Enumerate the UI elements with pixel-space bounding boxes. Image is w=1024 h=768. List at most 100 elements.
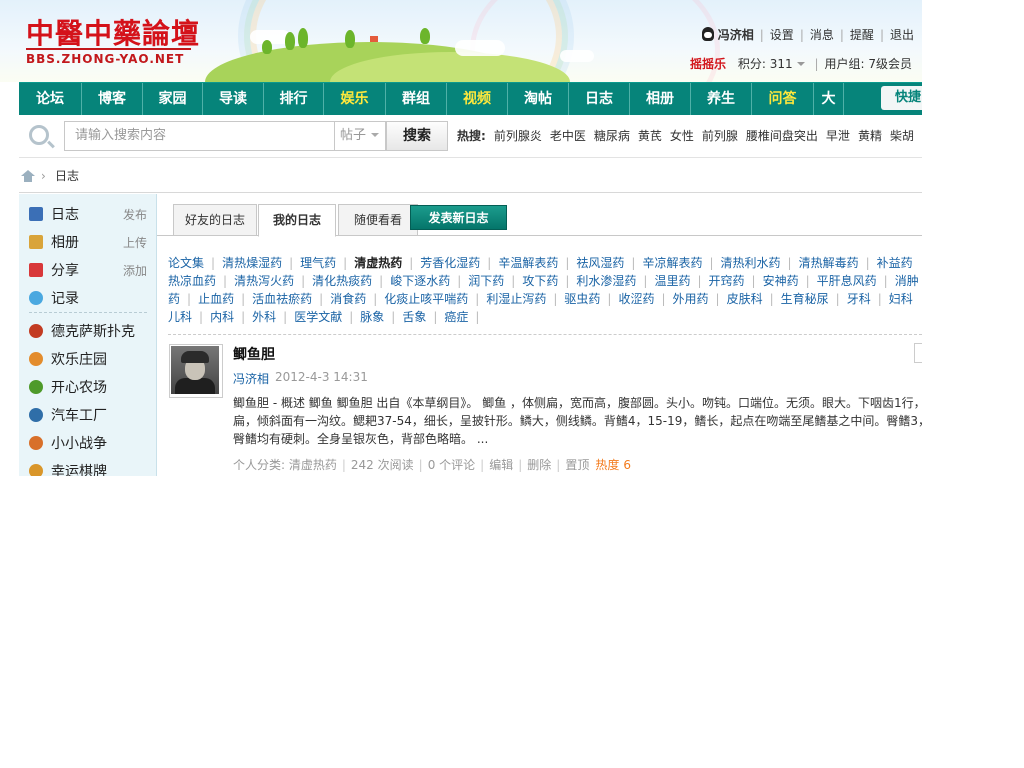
- category-link[interactable]: 清虚热药: [354, 256, 402, 270]
- nav-item[interactable]: 视频: [447, 83, 508, 115]
- hot-search-item[interactable]: 柴胡: [890, 129, 914, 143]
- category-link[interactable]: 清热燥湿药: [222, 256, 282, 270]
- category-link[interactable]: 生育秘尿: [781, 292, 829, 306]
- messages-link[interactable]: 消息: [810, 28, 834, 42]
- hot-search-item[interactable]: 女性: [670, 129, 694, 143]
- tab-blog-1[interactable]: 我的日志: [258, 204, 336, 237]
- category-link[interactable]: 清化热痰药: [312, 274, 372, 288]
- nav-item[interactable]: 娱乐: [324, 83, 386, 115]
- category-link[interactable]: 芳香化湿药: [420, 256, 480, 270]
- entry-author[interactable]: 冯济相: [233, 370, 269, 387]
- home-icon[interactable]: [21, 170, 35, 182]
- sidebar-action-link[interactable]: 添加: [123, 259, 147, 283]
- hot-search-item[interactable]: 前列腺炎: [494, 129, 542, 143]
- category-link[interactable]: 脉象: [360, 310, 384, 324]
- entry-title[interactable]: 鲫鱼胆: [233, 344, 275, 364]
- sidebar-app-item[interactable]: 德克萨斯扑克: [29, 320, 135, 344]
- category-link[interactable]: 理气药: [300, 256, 336, 270]
- nav-item[interactable]: 排行: [264, 83, 324, 115]
- category-link[interactable]: 癌症: [444, 310, 468, 324]
- delete-link[interactable]: 删除: [527, 458, 551, 472]
- category-link[interactable]: 医学文献: [294, 310, 342, 324]
- entry-comments[interactable]: 0 个评论: [428, 458, 475, 472]
- nav-item[interactable]: 论坛: [19, 83, 82, 115]
- nav-item[interactable]: 养生: [691, 83, 752, 115]
- nav-item[interactable]: 日志: [569, 83, 630, 115]
- sidebar-item[interactable]: 日志 发布: [29, 203, 147, 227]
- category-link[interactable]: 药: [168, 292, 180, 306]
- category-link[interactable]: 热凉血药: [168, 274, 216, 288]
- search-type-select[interactable]: 帖子: [334, 121, 386, 151]
- hot-search-item[interactable]: 腰椎间盘突出: [746, 129, 818, 143]
- nav-item[interactable]: 问答: [752, 83, 814, 115]
- settings-link[interactable]: 设置: [770, 28, 794, 42]
- category-link[interactable]: 祛风湿药: [576, 256, 624, 270]
- edit-link[interactable]: 编辑: [489, 458, 513, 472]
- category-link[interactable]: 外用药: [673, 292, 709, 306]
- sidebar-app-item[interactable]: 幸运棋牌: [29, 460, 107, 476]
- nav-item[interactable]: 导读: [203, 83, 264, 115]
- nav-item[interactable]: 淘帖: [508, 83, 569, 115]
- category-link[interactable]: 安神药: [763, 274, 799, 288]
- sidebar-app-item[interactable]: 汽车工厂: [29, 404, 107, 428]
- sidebar-item[interactable]: 记录: [29, 287, 147, 311]
- category-link[interactable]: 化痰止咳平喘药: [384, 292, 468, 306]
- nav-item[interactable]: 博客: [82, 83, 143, 115]
- search-input[interactable]: 请输入搜索内容: [64, 121, 334, 151]
- category-link[interactable]: 牙科: [847, 292, 871, 306]
- hot-search-item[interactable]: 糖尿病: [594, 129, 630, 143]
- notifications-link[interactable]: 提醒: [850, 28, 874, 42]
- category-link[interactable]: 峻下逐水药: [390, 274, 450, 288]
- search-button[interactable]: 搜索: [386, 121, 448, 151]
- category-link[interactable]: 外科: [252, 310, 276, 324]
- category-link[interactable]: 内科: [210, 310, 234, 324]
- points-dropdown[interactable]: 积分: 311: [738, 57, 793, 71]
- sidebar-app-item[interactable]: 欢乐庄园: [29, 348, 107, 372]
- category-link[interactable]: 清热解毒药: [799, 256, 859, 270]
- quick-nav-button[interactable]: 快捷: [881, 86, 922, 110]
- category-link[interactable]: 舌象: [402, 310, 426, 324]
- user-group-link[interactable]: 用户组: 7级会员: [825, 57, 913, 71]
- sidebar-app-item[interactable]: 开心农场: [29, 376, 107, 400]
- category-link[interactable]: 攻下药: [522, 274, 558, 288]
- category-link[interactable]: 利水渗湿药: [576, 274, 636, 288]
- entry-category[interactable]: 个人分类: 清虚热药: [233, 458, 337, 472]
- sidebar-item[interactable]: 相册 上传: [29, 231, 147, 255]
- breadcrumb-current[interactable]: 日志: [55, 160, 79, 192]
- hot-search-item[interactable]: 黄精: [858, 129, 882, 143]
- pin-link[interactable]: 置顶: [565, 458, 589, 472]
- hot-search-item[interactable]: 黄芪: [638, 129, 662, 143]
- nav-item[interactable]: 大: [814, 83, 844, 115]
- post-new-blog-button[interactable]: 发表新日志: [410, 205, 507, 230]
- category-link[interactable]: 清热泻火药: [234, 274, 294, 288]
- category-link[interactable]: 补益药: [877, 256, 913, 270]
- sidebar-action-link[interactable]: 发布: [123, 203, 147, 227]
- category-link[interactable]: 平肝息风药: [817, 274, 877, 288]
- user-name-link[interactable]: 冯济相: [718, 28, 754, 42]
- nav-item[interactable]: 家园: [143, 83, 203, 115]
- tab-blog-0[interactable]: 好友的日志: [173, 204, 257, 236]
- category-link[interactable]: 妇科: [889, 292, 913, 306]
- avatar[interactable]: [169, 344, 223, 398]
- shake-link[interactable]: 摇摇乐: [690, 57, 726, 71]
- category-link[interactable]: 辛温解表药: [498, 256, 558, 270]
- sidebar-action-link[interactable]: 上传: [123, 231, 147, 255]
- category-link[interactable]: 清热利水药: [721, 256, 781, 270]
- category-link[interactable]: 儿科: [168, 310, 192, 324]
- category-link[interactable]: 利湿止泻药: [486, 292, 546, 306]
- category-link[interactable]: 皮肤科: [727, 292, 763, 306]
- category-link[interactable]: 驱虫药: [564, 292, 600, 306]
- hot-search-item[interactable]: 前列腺: [702, 129, 738, 143]
- category-link[interactable]: 消食药: [330, 292, 366, 306]
- sidebar-item[interactable]: 分享 添加: [29, 259, 147, 283]
- category-link[interactable]: 开窍药: [709, 274, 745, 288]
- site-logo[interactable]: 中醫中藥論壇: [26, 12, 200, 52]
- tab-blog-2[interactable]: 随便看看: [338, 204, 418, 236]
- hot-search-item[interactable]: 老中医: [550, 129, 586, 143]
- category-link[interactable]: 消肿: [895, 274, 919, 288]
- category-link[interactable]: 润下药: [468, 274, 504, 288]
- category-link[interactable]: 论文集: [168, 256, 204, 270]
- nav-item[interactable]: 相册: [630, 83, 691, 115]
- category-link[interactable]: 收涩药: [618, 292, 654, 306]
- hot-search-item[interactable]: 早泄: [826, 129, 850, 143]
